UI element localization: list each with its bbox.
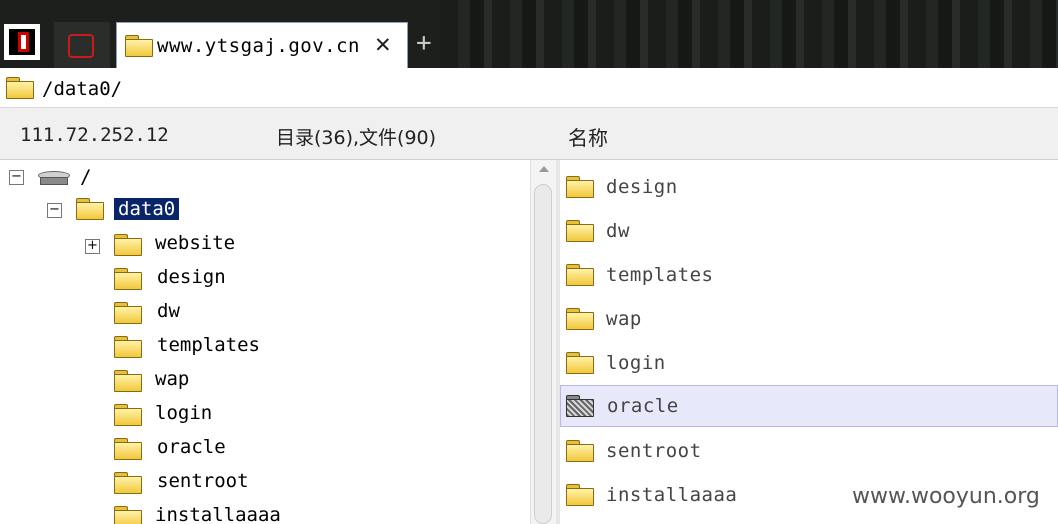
folder-icon xyxy=(114,506,142,524)
folder-icon xyxy=(114,472,142,494)
tree-label: website xyxy=(155,232,236,254)
tree-label: sentroot xyxy=(157,470,249,492)
tree-node-data0[interactable]: − data0 xyxy=(0,198,250,226)
tree-node[interactable]: oracle xyxy=(0,436,300,464)
tree-node[interactable]: sentroot xyxy=(0,470,300,498)
list-item[interactable]: dw xyxy=(560,210,1058,252)
tree-label: login xyxy=(155,402,213,424)
folder-icon xyxy=(114,438,142,460)
tree-node[interactable]: + website xyxy=(0,232,300,260)
folder-icon xyxy=(114,404,142,426)
tree-label: oracle xyxy=(157,436,226,458)
folder-icon xyxy=(114,268,142,290)
tab-bar-background xyxy=(440,0,1058,68)
locked-folder-icon xyxy=(566,395,594,417)
list-item-name: templates xyxy=(606,264,714,286)
folder-icon xyxy=(114,302,142,324)
folder-icon xyxy=(566,220,594,242)
tree-scrollbar[interactable] xyxy=(530,160,556,524)
tree-label-selected: data0 xyxy=(114,198,180,220)
scroll-up-icon[interactable] xyxy=(539,166,549,172)
list-item[interactable]: templates xyxy=(560,254,1058,296)
tree-node[interactable]: dw xyxy=(0,300,300,328)
tab-active[interactable]: www.ytsgaj.gov.cn ✕ xyxy=(116,22,408,68)
folder-icon xyxy=(566,308,594,330)
tree-label: dw xyxy=(157,300,180,322)
folder-icon xyxy=(566,440,594,462)
list-item-name: oracle xyxy=(607,395,679,417)
tree-label: templates xyxy=(157,334,260,356)
item-counts: 目录(36),文件(90) xyxy=(276,127,437,149)
tree-node-root[interactable]: − / xyxy=(0,166,200,196)
app-menu-button[interactable] xyxy=(4,24,40,60)
list-item[interactable]: login xyxy=(560,342,1058,384)
folder-icon xyxy=(114,336,142,358)
tree-label: wap xyxy=(155,368,190,390)
tab-bar: www.ytsgaj.gov.cn ✕ + xyxy=(0,0,1058,68)
collapse-icon[interactable]: − xyxy=(47,203,62,218)
tree-label: installaaaa xyxy=(155,504,281,524)
drive-icon xyxy=(38,171,70,185)
stop-tab[interactable] xyxy=(54,22,110,68)
address-path[interactable]: /data0/ xyxy=(42,78,122,100)
tree-node[interactable]: installaaaa xyxy=(0,504,300,524)
list-item-name: installaaaa xyxy=(606,484,738,506)
tree-node[interactable]: login xyxy=(0,402,300,430)
list-item-name: login xyxy=(606,352,666,374)
expand-icon[interactable]: + xyxy=(85,239,100,254)
collapse-icon[interactable]: − xyxy=(9,170,24,185)
scroll-thumb[interactable] xyxy=(534,184,552,524)
folder-open-icon xyxy=(76,198,104,220)
list-item[interactable]: design xyxy=(560,166,1058,208)
list-item[interactable]: sentroot xyxy=(560,430,1058,472)
list-item[interactable]: wap xyxy=(560,298,1058,340)
server-ip: 111.72.252.12 xyxy=(20,124,169,146)
folder-icon xyxy=(114,234,142,256)
file-list: design dw templates wap login oracle sen… xyxy=(560,160,1058,524)
folder-icon xyxy=(566,484,594,506)
watermark: www.wooyun.org xyxy=(852,484,1040,509)
folder-icon xyxy=(566,176,594,198)
folder-icon xyxy=(114,370,142,392)
new-tab-icon[interactable]: + xyxy=(416,30,432,56)
list-item-name: design xyxy=(606,176,678,198)
list-item-name: sentroot xyxy=(606,440,702,462)
folder-icon xyxy=(6,77,34,99)
folder-icon xyxy=(125,35,153,57)
list-item-hovered[interactable]: oracle xyxy=(560,385,1058,427)
name-column-header[interactable]: 名称 xyxy=(568,122,608,151)
tree-label: design xyxy=(157,266,226,288)
info-header: 111.72.252.12 目录(36),文件(90) 名称 xyxy=(0,108,1058,160)
directory-tree: − / − data0 + website design dw template… xyxy=(0,160,556,524)
tree-node[interactable]: wap xyxy=(0,368,300,396)
folder-icon xyxy=(566,352,594,374)
tree-label: / xyxy=(80,166,92,188)
close-tab-icon[interactable]: ✕ xyxy=(375,31,391,57)
app-logo-icon xyxy=(18,32,29,52)
stop-icon xyxy=(68,34,94,58)
folder-icon xyxy=(566,264,594,286)
list-item-name: wap xyxy=(606,308,642,330)
tree-node[interactable]: templates xyxy=(0,334,300,362)
tree-node[interactable]: design xyxy=(0,266,300,294)
list-item-name: dw xyxy=(606,220,630,242)
tab-title: www.ytsgaj.gov.cn xyxy=(157,35,360,57)
address-bar[interactable]: /data0/ xyxy=(0,68,1058,108)
